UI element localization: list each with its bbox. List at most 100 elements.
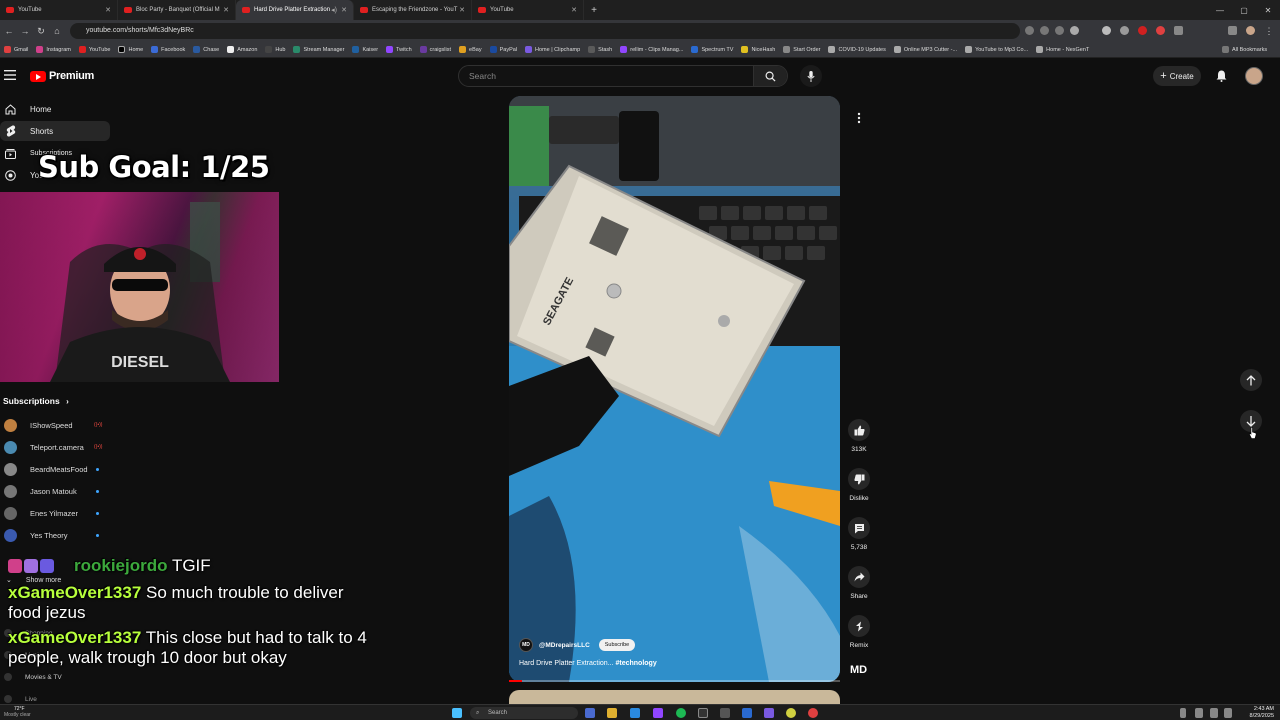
sidebar-item-home[interactable]: Home [0, 99, 110, 119]
subscription-channel[interactable]: BeardMeatsFood [0, 460, 110, 478]
bookmark-item[interactable]: YouTube [78, 46, 110, 53]
bookmark-item[interactable]: Amazon [227, 46, 257, 53]
bookmark-item[interactable]: Start Order [783, 46, 820, 53]
maximize-icon[interactable]: ▢ [1232, 0, 1256, 20]
close-tab-icon[interactable]: ✕ [459, 6, 465, 14]
spotify-icon[interactable] [676, 708, 686, 718]
task-view-icon[interactable] [585, 708, 595, 718]
notifications-button[interactable] [1213, 68, 1229, 84]
bookmark-item[interactable]: Spectrum TV [691, 46, 733, 53]
all-bookmarks-button[interactable]: All Bookmarks [1222, 46, 1267, 53]
obs-icon[interactable] [698, 708, 708, 718]
browser-tab[interactable]: YouTube ✕ [0, 0, 118, 20]
close-window-icon[interactable]: ✕ [1256, 0, 1280, 20]
home-browser-icon[interactable]: ⌂ [50, 24, 64, 38]
bookmark-item[interactable]: Instagram [36, 46, 71, 53]
edge-icon[interactable] [630, 708, 640, 718]
bookmark-item[interactable]: Stash [588, 46, 612, 53]
reload-icon[interactable]: ↻ [34, 24, 48, 38]
sidebar-toggle-icon[interactable] [1228, 26, 1237, 35]
short-title[interactable]: Hard Drive Platter Extraction... #techno… [519, 660, 657, 667]
system-clock[interactable]: 2:43 AM 8/29/2025 [1240, 706, 1274, 720]
subscriptions-heading[interactable]: Subscriptions › [3, 396, 69, 406]
close-tab-icon[interactable]: ✕ [571, 6, 577, 14]
create-button[interactable]: + Create [1153, 66, 1201, 86]
close-tab-icon[interactable]: ✕ [341, 6, 347, 14]
menu-hamburger-icon[interactable] [4, 70, 18, 82]
extension-icon[interactable] [1120, 26, 1129, 35]
youtube-logo[interactable]: Premium [30, 70, 94, 82]
profile-icon[interactable] [1246, 26, 1255, 35]
windows-start-icon[interactable] [452, 708, 462, 718]
bookmark-item[interactable]: Hub [265, 46, 285, 53]
minimize-icon[interactable]: — [1208, 0, 1232, 20]
bookmark-item[interactable]: PayPal [489, 46, 517, 53]
bookmark-item[interactable]: Home [118, 46, 143, 53]
browser-menu-icon[interactable]: ⋮ [1262, 24, 1276, 38]
chrome-icon[interactable] [808, 708, 818, 718]
search-box[interactable]: Search [458, 65, 788, 87]
extension-icon[interactable] [1102, 26, 1111, 35]
bookmark-star-icon[interactable] [1070, 26, 1079, 35]
voice-search-button[interactable] [800, 65, 822, 87]
discord-icon[interactable] [764, 708, 774, 718]
new-tab-button[interactable]: + [584, 0, 604, 20]
previous-short-button[interactable] [1240, 369, 1262, 391]
like-button[interactable]: 313K [846, 419, 872, 453]
subscription-channel[interactable]: Teleport.camera ((•)) [0, 438, 110, 456]
volume-icon[interactable] [1224, 708, 1232, 718]
shorts-video-player[interactable]: SEAGATE [509, 96, 840, 682]
speaker-icon[interactable]: ◂) [331, 6, 337, 14]
terminal-icon[interactable] [720, 708, 730, 718]
bookmark-item[interactable]: YouTube to Mp3 Co... [965, 46, 1028, 53]
browser-tab[interactable]: Escaping the Friendzone - YouT ✕ [354, 0, 472, 20]
account-avatar[interactable] [1245, 67, 1263, 85]
subscribe-button[interactable]: Subscribe [598, 639, 636, 651]
extensions-puzzle-icon[interactable] [1174, 26, 1183, 35]
search-input[interactable]: Search [469, 71, 496, 81]
dislike-button[interactable]: Dislike [846, 468, 872, 502]
remix-button[interactable]: Remix [846, 615, 872, 649]
browser-tab[interactable]: YouTube ✕ [472, 0, 584, 20]
bookmark-item[interactable]: Gmail [4, 46, 28, 53]
next-short-preview[interactable] [509, 690, 840, 704]
bookmark-item[interactable]: Home | Clipchamp [525, 46, 580, 53]
url-input[interactable]: youtube.com/shorts/Mfc3dNeyBRc [70, 23, 1020, 39]
sidebar-item-movies[interactable]: Movies & TV [0, 668, 110, 686]
twitch-app-icon[interactable] [653, 708, 663, 718]
channel-name[interactable]: @MDrepairsLLC [539, 642, 590, 649]
bookmark-item[interactable]: COVID-19 Updates [828, 46, 886, 53]
share-page-icon[interactable] [1055, 26, 1064, 35]
extension-icon[interactable] [1156, 26, 1165, 35]
hashtag-link[interactable]: #technology [615, 660, 656, 667]
more-options-button[interactable] [851, 110, 867, 126]
bookmark-item[interactable]: eBay [459, 46, 482, 53]
sidebar-item-shorts[interactable]: Shorts [0, 121, 110, 141]
chrome-canary-icon[interactable] [786, 708, 796, 718]
extension-icon[interactable] [1138, 26, 1147, 35]
bookmark-item[interactable]: Online MP3 Cutter -... [893, 46, 957, 53]
subscription-channel[interactable]: Enes Yilmazer [0, 504, 110, 522]
close-tab-icon[interactable]: ✕ [223, 6, 229, 14]
channel-avatar[interactable]: MD [519, 638, 533, 652]
back-icon[interactable]: ← [2, 24, 16, 38]
bookmark-item[interactable]: craigslist [419, 46, 451, 53]
subscription-channel[interactable]: Yes Theory [0, 526, 110, 544]
bookmark-item[interactable]: rellim - Clips Manag... [620, 46, 683, 53]
weather-widget[interactable]: 72°F Mostly clear [4, 706, 31, 718]
forward-icon[interactable]: → [18, 24, 32, 38]
close-tab-icon[interactable]: ✕ [105, 6, 111, 14]
subscription-channel[interactable]: Jason Matouk [0, 482, 110, 500]
browser-tab[interactable]: Bloc Party - Banquet (Official M ✕ [118, 0, 236, 20]
comments-button[interactable]: 5,738 [846, 517, 872, 551]
bookmark-item[interactable]: Home - NexGenT [1036, 46, 1089, 53]
tray-app-icon[interactable] [1195, 708, 1203, 718]
bookmark-item[interactable]: Facebook [151, 46, 185, 53]
search-button[interactable] [753, 66, 787, 86]
subscription-channel[interactable]: IShowSpeed ((•)) [0, 416, 110, 434]
file-explorer-icon[interactable] [607, 708, 617, 718]
zoom-icon[interactable] [1040, 26, 1049, 35]
bookmark-item[interactable]: Stream Manager [293, 46, 344, 53]
bookmark-item[interactable]: Kaiser [352, 46, 378, 53]
app-icon[interactable] [742, 708, 752, 718]
